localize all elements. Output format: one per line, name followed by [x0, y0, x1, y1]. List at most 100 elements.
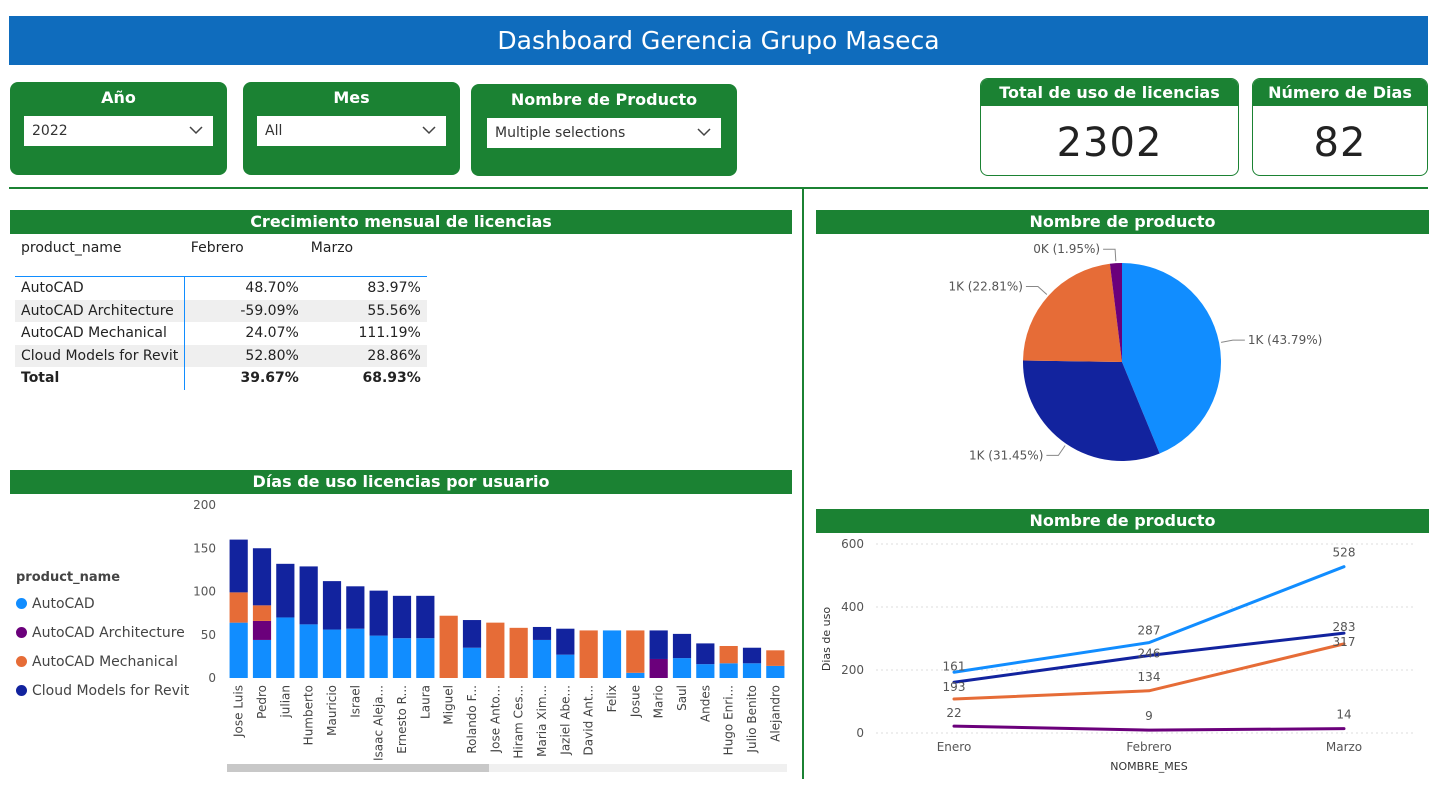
product-slicer: Nombre de Producto Multiple selections	[471, 84, 737, 176]
cell-value: 39.67%	[240, 370, 299, 387]
bar-segment	[229, 539, 248, 593]
pie-leader-line	[1025, 286, 1048, 295]
table-row: AutoCAD 48.70% 83.97%	[15, 276, 427, 300]
bar-segment	[766, 665, 785, 678]
y-axis-title: Dias de uso	[820, 607, 833, 671]
row-label: Cloud Models for Revit	[15, 344, 186, 367]
bar-segment	[369, 590, 388, 636]
line-chart-title: Nombre de producto	[816, 509, 1429, 533]
x-tick-label: Hiram Ces...	[512, 685, 526, 759]
bar-segment	[229, 592, 248, 623]
legend-title: product_name	[16, 570, 121, 585]
product-dropdown-value: Multiple selections	[495, 125, 626, 141]
x-tick-label: Mario	[652, 685, 666, 718]
x-tick-label: Andes	[698, 685, 712, 722]
bar-segment	[252, 620, 272, 640]
x-tick-label: Rolando F...	[465, 685, 479, 754]
bar-segment	[439, 615, 458, 678]
table-header-row: product_name Febrero Marzo	[15, 236, 427, 277]
x-tick-label: Saul	[675, 685, 689, 711]
bar-segment	[626, 672, 645, 678]
legend-dot-icon	[16, 656, 27, 667]
total-licencias-label: Total de uso de licencias	[981, 79, 1238, 106]
pie-data-label: 1K (43.79%)	[1248, 333, 1322, 347]
table-row: Cloud Models for Revit 52.80% 28.86%	[15, 344, 427, 367]
bar-segment	[322, 629, 342, 678]
column-header[interactable]: product_name	[15, 236, 185, 277]
bar-segment	[602, 630, 622, 678]
x-axis-title: NOMBRE_MES	[1110, 760, 1187, 773]
chevron-down-icon	[697, 128, 711, 137]
bar-segment	[369, 635, 388, 678]
cell-value: 55.56%	[304, 299, 427, 322]
bar-segment	[696, 664, 715, 678]
pie-leader-line	[1046, 445, 1066, 456]
x-tick-label: Jaziel Abe...	[558, 685, 572, 756]
table-row: AutoCAD Architecture -59.09% 55.56%	[15, 299, 427, 322]
cell-value: 68.93%	[362, 370, 421, 387]
x-tick-label: Alejandro	[768, 685, 782, 742]
total-licencias-value: 2302	[1056, 120, 1163, 166]
y-tick-label: 600	[841, 537, 864, 551]
bar-segment	[672, 658, 692, 678]
bar-segment	[766, 650, 785, 666]
x-tick-label: Enero	[937, 740, 972, 754]
year-slicer: Año 2022	[10, 82, 227, 175]
pie-slice	[1023, 263, 1122, 362]
column-header[interactable]: Febrero	[184, 236, 305, 277]
row-label: Total	[15, 367, 186, 390]
bar-segment	[276, 563, 295, 618]
y-tick-label: 200	[193, 498, 216, 512]
bar-segment	[509, 627, 528, 678]
legend-dot-icon	[16, 685, 27, 696]
legend-item[interactable]: AutoCAD	[16, 589, 189, 618]
row-label: AutoCAD Mechanical	[15, 322, 186, 345]
total-licencias-card: Total de uso de licencias 2302	[980, 78, 1239, 176]
month-dropdown[interactable]: All	[257, 116, 446, 146]
point-data-label: 287	[1138, 624, 1161, 638]
bar-segment	[532, 626, 552, 640]
pie-chart: 1K (43.79%) 1K (31.45%) 1K (22.81%) 0K (1.9…	[948, 242, 1322, 462]
bar-segment	[532, 639, 552, 678]
pie-leader-line	[1220, 339, 1245, 343]
point-data-label: 193	[943, 680, 966, 694]
x-tick-label: Maria Xim...	[535, 685, 549, 757]
bar-chart: 0 50 100 150 200 Jose Luis Pedro julian Humberto…	[193, 498, 787, 772]
point-data-label: 283	[1333, 620, 1356, 634]
bar-segment	[486, 622, 505, 678]
x-tick-label: Pedro	[255, 685, 269, 719]
pie-chart-title: Nombre de producto	[816, 210, 1429, 234]
bar-segment	[346, 586, 365, 629]
product-dropdown[interactable]: Multiple selections	[487, 118, 721, 148]
x-tick-label: Hugo Enri...	[722, 685, 736, 755]
pie-leader-line	[1103, 248, 1117, 262]
bar-segment	[626, 630, 645, 673]
month-slicer-label: Mes	[333, 88, 370, 107]
legend-item[interactable]: AutoCAD Mechanical	[16, 647, 189, 676]
point-data-label: 134	[1138, 670, 1161, 684]
legend-item[interactable]: Cloud Models for Revit	[16, 676, 189, 705]
cell-value: 28.86%	[304, 344, 427, 367]
numero-dias-card: Número de Dias 82	[1252, 78, 1428, 176]
chevron-down-icon	[189, 126, 203, 135]
legend-label: AutoCAD Architecture	[32, 624, 185, 641]
bar-segment	[672, 633, 692, 659]
x-tick-label: Jose Anto...	[488, 685, 502, 753]
x-tick-label: Humberto	[302, 685, 316, 745]
legend-item[interactable]: AutoCAD Architecture	[16, 618, 189, 647]
bar-segment	[229, 622, 248, 678]
year-dropdown[interactable]: 2022	[24, 116, 213, 146]
x-tick-label: Josue	[628, 685, 642, 718]
x-tick-label: Israel	[348, 685, 362, 718]
scrollbar-thumb[interactable]	[227, 764, 489, 772]
bar-segment	[742, 647, 762, 664]
x-tick-label: Febrero	[1126, 740, 1171, 754]
numero-dias-label: Número de Dias	[1253, 79, 1427, 106]
y-tick-label: 0	[208, 671, 216, 685]
column-header[interactable]: Marzo	[304, 236, 427, 277]
bar-segment	[462, 647, 482, 678]
horizontal-divider	[9, 187, 1428, 189]
table-total-row: Total 39.67% 68.93%	[15, 367, 427, 390]
bar-chart-legend: product_name AutoCAD AutoCAD Architectur…	[16, 570, 189, 705]
legend-label: AutoCAD Mechanical	[32, 653, 178, 670]
